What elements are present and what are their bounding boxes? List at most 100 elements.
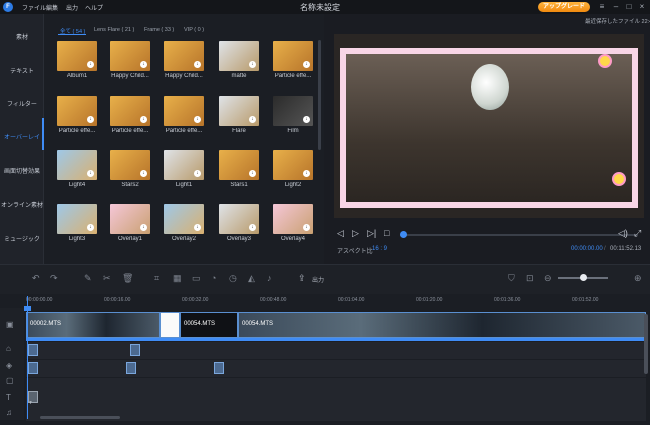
menu-export[interactable]: 出力	[66, 3, 78, 12]
split-icon[interactable]: ✂	[103, 273, 111, 284]
overlay-thumbnail[interactable]: ↓	[219, 41, 259, 71]
next-frame-icon[interactable]: ▷|	[367, 228, 376, 239]
audio-icon[interactable]: ♪	[267, 273, 272, 283]
download-icon[interactable]: ↓	[140, 224, 147, 231]
timeline-vertical-scrollbar[interactable]	[644, 314, 648, 374]
tab-vip[interactable]: VIP ( 0 )	[184, 27, 204, 33]
overlay-thumbnail[interactable]: ↓	[57, 96, 97, 126]
download-icon[interactable]: ↓	[140, 61, 147, 68]
filter-clip[interactable]	[28, 362, 38, 374]
video-clip[interactable]	[160, 312, 180, 338]
overlay-thumbnail[interactable]: ↓	[110, 204, 150, 234]
stop-icon[interactable]: □	[384, 228, 389, 238]
zoom-slider-handle[interactable]	[580, 274, 587, 281]
filter-track[interactable]	[26, 360, 646, 378]
seek-handle[interactable]	[400, 231, 407, 238]
export-button[interactable]: 出力	[312, 275, 324, 284]
video-preview[interactable]	[334, 34, 644, 218]
download-icon[interactable]: ↓	[87, 116, 94, 123]
seek-bar[interactable]	[400, 234, 638, 236]
audio-track[interactable]	[26, 404, 646, 422]
overlay-thumbnail[interactable]: ↓	[164, 96, 204, 126]
filter-clip[interactable]	[126, 362, 136, 374]
menu-edit[interactable]: 編集	[46, 3, 58, 12]
video-clip[interactable]	[238, 312, 646, 338]
sidebar-item-overlay[interactable]: オーバーレイ	[0, 132, 44, 141]
menu-file[interactable]: ファイル	[22, 3, 46, 12]
crop-icon[interactable]: ⌗	[154, 273, 159, 284]
overlay-thumbnail[interactable]: ↓	[164, 150, 204, 180]
redo-icon[interactable]: ↷	[50, 273, 58, 284]
download-icon[interactable]: ↓	[87, 61, 94, 68]
download-icon[interactable]: ↓	[87, 224, 94, 231]
overlay-clip[interactable]	[28, 344, 38, 356]
download-icon[interactable]: ↓	[87, 170, 94, 177]
marker-icon[interactable]: ⛉	[508, 273, 515, 284]
sidebar-item-filter[interactable]: フィルター	[0, 99, 44, 108]
delete-icon[interactable]: 🗑	[122, 273, 133, 284]
speed-icon[interactable]: ◔	[211, 273, 216, 283]
download-icon[interactable]: ↓	[249, 224, 256, 231]
menu-icon[interactable]: ≡	[596, 1, 608, 13]
sidebar-item-transition[interactable]: 画面切替効果	[0, 166, 44, 175]
overlay-thumbnail[interactable]: ↓	[219, 150, 259, 180]
download-icon[interactable]: ↓	[249, 170, 256, 177]
sidebar-item-media[interactable]: 素材	[0, 32, 44, 41]
overlay-thumbnail[interactable]: ↓	[219, 96, 259, 126]
playhead[interactable]	[27, 296, 28, 419]
sidebar-item-online[interactable]: オンライン素材	[0, 200, 44, 209]
minimize-icon[interactable]: –	[610, 1, 622, 13]
duration-icon[interactable]: ◷	[229, 273, 237, 284]
overlay-thumbnail[interactable]: ↓	[57, 204, 97, 234]
overlay-thumbnail[interactable]: ↓	[273, 96, 313, 126]
download-icon[interactable]: ↓	[303, 224, 310, 231]
aspect-ratio-value[interactable]: 16 : 9	[372, 246, 387, 252]
overlay-thumbnail[interactable]: ↓	[273, 150, 313, 180]
edit-icon[interactable]: ✎	[84, 273, 92, 284]
download-icon[interactable]: ↓	[194, 224, 201, 231]
maximize-icon[interactable]: □	[623, 1, 635, 13]
undo-icon[interactable]: ↶	[32, 273, 40, 284]
play-icon[interactable]: ▷	[352, 228, 359, 239]
freeze-icon[interactable]: ▭	[192, 273, 201, 284]
overlay-track[interactable]	[26, 342, 646, 360]
download-icon[interactable]: ↓	[249, 61, 256, 68]
filter-clip[interactable]	[214, 362, 224, 374]
menu-help[interactable]: ヘルプ	[85, 3, 103, 12]
tab-frame[interactable]: Frame ( 33 )	[144, 27, 174, 33]
download-icon[interactable]: ↓	[249, 116, 256, 123]
sidebar-item-text[interactable]: テキスト	[0, 66, 44, 75]
text-clip[interactable]: T	[28, 391, 38, 407]
overlay-thumbnail[interactable]: ↓	[219, 204, 259, 234]
upgrade-button[interactable]: アップグレード	[538, 2, 590, 12]
overlay-thumbnail[interactable]: ↓	[110, 41, 150, 71]
zoom-out-icon[interactable]: ⊖	[544, 273, 552, 284]
overlay-thumbnail[interactable]: ↓	[273, 204, 313, 234]
overlay-clip[interactable]	[130, 344, 140, 356]
download-icon[interactable]: ↓	[303, 116, 310, 123]
overlay-thumbnail[interactable]: ↓	[110, 150, 150, 180]
zoom-in-icon[interactable]: ⊕	[634, 273, 642, 284]
mosaic-icon[interactable]: ▦	[173, 273, 182, 284]
download-icon[interactable]: ↓	[194, 116, 201, 123]
download-icon[interactable]: ↓	[194, 170, 201, 177]
close-icon[interactable]: ×	[636, 1, 648, 13]
download-icon[interactable]: ↓	[140, 170, 147, 177]
overlay-thumbnail[interactable]: ↓	[273, 41, 313, 71]
download-icon[interactable]: ↓	[194, 61, 201, 68]
download-icon[interactable]: ↓	[140, 116, 147, 123]
overlay-thumbnail[interactable]: ↓	[164, 204, 204, 234]
overlay-thumbnail[interactable]: ↓	[57, 41, 97, 71]
overlay-thumbnail[interactable]: ↓	[110, 96, 150, 126]
volume-icon[interactable]: ◁)	[618, 228, 628, 239]
download-icon[interactable]: ↓	[303, 170, 310, 177]
color-icon[interactable]: ◭	[248, 273, 255, 284]
overlay-thumbnail[interactable]: ↓	[57, 150, 97, 180]
timeline-horizontal-scrollbar[interactable]	[40, 416, 120, 419]
download-icon[interactable]: ↓	[303, 61, 310, 68]
export-icon[interactable]: ⇪	[298, 273, 306, 284]
sidebar-item-music[interactable]: ミュージック	[0, 234, 44, 243]
tab-lens-flare[interactable]: Lens Flare ( 21 )	[94, 27, 134, 33]
overlay-thumbnail[interactable]: ↓	[164, 41, 204, 71]
media-scrollbar[interactable]	[318, 40, 321, 150]
